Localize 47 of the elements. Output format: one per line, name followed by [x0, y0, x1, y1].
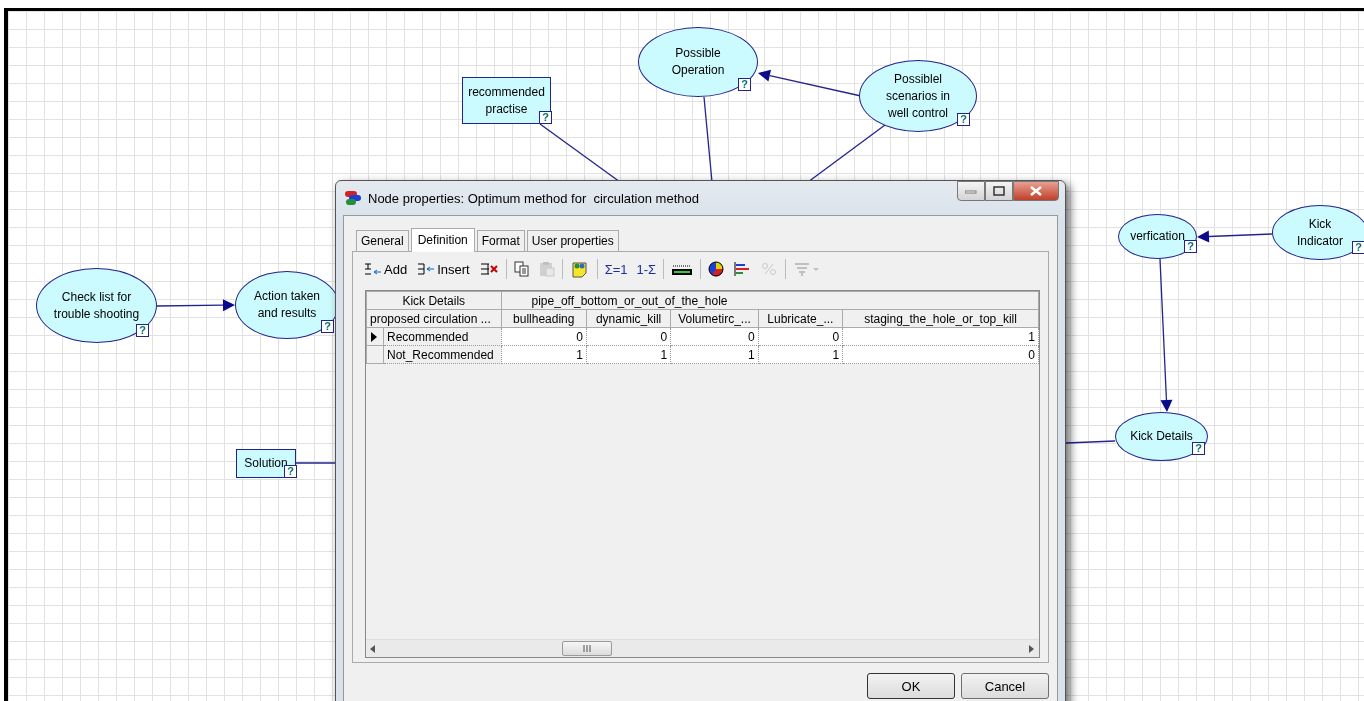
- help-icon[interactable]: ?: [321, 320, 334, 333]
- normalize-button[interactable]: Σ=1: [602, 260, 630, 278]
- complement-button[interactable]: 1-Σ: [634, 260, 659, 278]
- copy-button[interactable]: [511, 260, 532, 278]
- help-icon[interactable]: ?: [1192, 442, 1205, 455]
- help-icon[interactable]: ?: [539, 111, 552, 124]
- group-header: pipe_off_bottom_or_out_of_the_hole: [501, 291, 1039, 310]
- app-icon: [344, 190, 362, 206]
- help-icon[interactable]: ?: [284, 465, 297, 478]
- copy-icon: [513, 261, 530, 277]
- pie-chart-icon: [708, 261, 725, 277]
- note-icon: [569, 260, 590, 278]
- maximize-icon: [993, 186, 1005, 196]
- insert-button[interactable]: Insert: [414, 260, 472, 278]
- pie-chart-button[interactable]: [706, 260, 727, 278]
- bar-chart-icon: [733, 261, 752, 277]
- help-icon[interactable]: ?: [957, 113, 970, 126]
- tab[interactable]: Definition: [410, 228, 475, 252]
- cancel-button[interactable]: Cancel: [961, 673, 1049, 699]
- tab[interactable]: Format: [476, 230, 525, 251]
- close-icon: [1030, 186, 1042, 196]
- maximize-button[interactable]: [985, 181, 1013, 201]
- add-button[interactable]: Add: [361, 260, 410, 278]
- help-icon[interactable]: ?: [136, 324, 149, 337]
- filter-icon: [793, 261, 822, 277]
- window-title: Node properties: Optimum method for circulation method: [368, 190, 700, 206]
- table-header: Kick Details: [366, 291, 502, 310]
- help-icon[interactable]: ?: [1184, 240, 1197, 253]
- add-row-icon: [363, 261, 383, 277]
- help-icon[interactable]: ?: [738, 78, 751, 91]
- connector-line: [1065, 440, 1116, 444]
- grip-icon[interactable]: [582, 645, 592, 652]
- minimize-button[interactable]: [957, 181, 985, 201]
- help-icon[interactable]: ?: [1352, 241, 1364, 254]
- ok-button[interactable]: OK: [867, 673, 955, 699]
- connector-line: [295, 462, 336, 464]
- tab[interactable]: General: [356, 230, 409, 251]
- minimize-icon: [965, 188, 977, 194]
- right-arrow-icon[interactable]: [1029, 644, 1035, 653]
- horizontal-scrollbar[interactable]: [366, 639, 1039, 657]
- insert-row-icon: [416, 261, 437, 277]
- delete-row-icon: [478, 261, 499, 277]
- percent-icon: [760, 261, 779, 277]
- tab[interactable]: User properties: [526, 230, 619, 251]
- left-arrow-icon[interactable]: [370, 644, 376, 653]
- close-button[interactable]: [1013, 181, 1059, 201]
- paste-icon: [538, 261, 555, 277]
